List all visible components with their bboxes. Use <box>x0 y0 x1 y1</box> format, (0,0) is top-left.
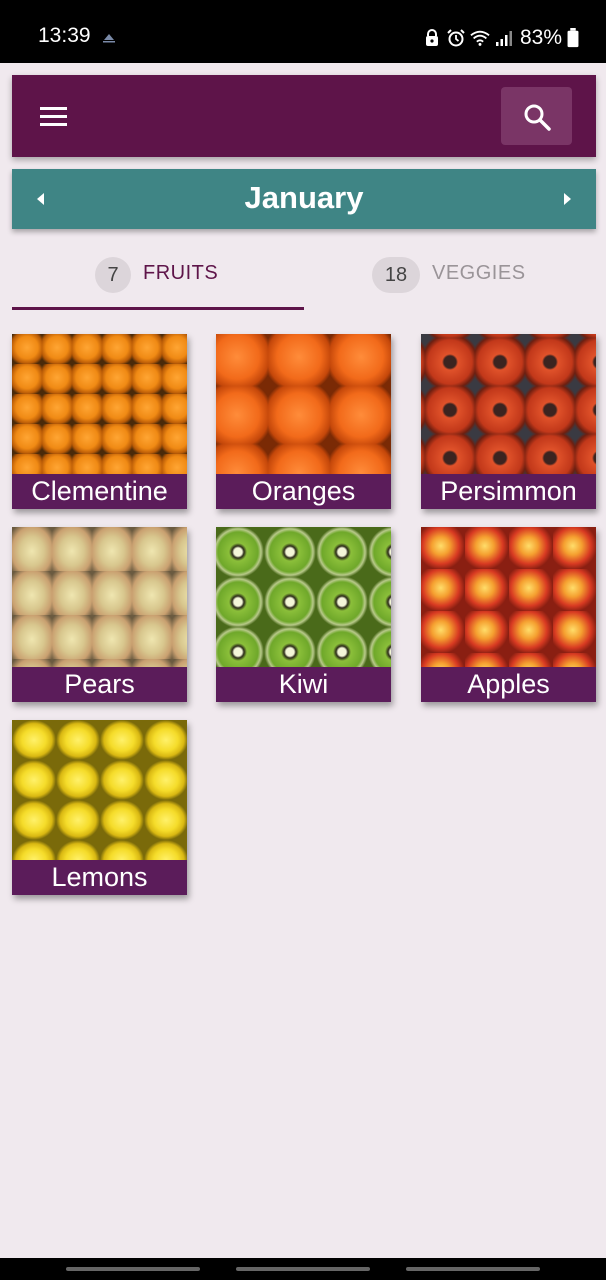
produce-card-oranges[interactable]: Oranges <box>216 334 391 509</box>
tab-fruits[interactable]: 7 FRUITS <box>12 240 304 310</box>
category-tabs: 7 FRUITS 18 VEGGIES <box>12 240 596 310</box>
veggies-count-badge: 18 <box>372 257 420 293</box>
produce-card-label: Persimmon <box>421 474 596 509</box>
produce-card-lemons[interactable]: Lemons <box>12 720 187 895</box>
status-icons: 83% <box>422 24 580 52</box>
chevron-right-icon <box>564 193 571 205</box>
battery-icon <box>567 28 579 48</box>
tab-veggies[interactable]: 18 VEGGIES <box>304 240 596 310</box>
hamburger-menu-icon <box>40 107 67 110</box>
menu-button[interactable] <box>36 102 70 130</box>
month-title: January <box>244 180 364 215</box>
produce-card-label: Pears <box>12 667 187 702</box>
status-bar: 13:39 83% <box>0 0 606 63</box>
status-time: 13:39 <box>38 24 91 47</box>
produce-card-clementine[interactable]: Clementine <box>12 334 187 509</box>
search-icon <box>524 104 551 131</box>
produce-card-label: Lemons <box>12 860 187 895</box>
produce-card-apples[interactable]: Apples <box>421 527 596 702</box>
month-selector: January <box>12 169 596 229</box>
nav-recents-handle[interactable] <box>66 1267 200 1271</box>
wifi-icon <box>470 30 490 46</box>
system-navigation-bar <box>0 1258 606 1280</box>
alarm-icon <box>447 29 465 47</box>
kiwi-image <box>216 527 391 667</box>
produce-card-persimmon[interactable]: Persimmon <box>421 334 596 509</box>
persimmon-image <box>421 334 596 474</box>
clementine-image <box>12 334 187 474</box>
produce-card-label: Clementine <box>12 474 187 509</box>
selected-tab-indicator <box>12 307 304 310</box>
app-bar <box>12 75 596 157</box>
oranges-image <box>216 334 391 474</box>
battery-percent: 83% <box>519 26 562 49</box>
produce-card-label: Apples <box>421 667 596 702</box>
produce-card-kiwi[interactable]: Kiwi <box>216 527 391 702</box>
produce-card-label: Kiwi <box>216 667 391 702</box>
produce-card-label: Oranges <box>216 474 391 509</box>
next-month-button[interactable] <box>552 183 582 215</box>
produce-card-pears[interactable]: Pears <box>12 527 187 702</box>
hamburger-line <box>40 123 67 126</box>
lemons-image <box>12 720 187 860</box>
pears-image <box>12 527 187 667</box>
signal-icon <box>495 31 512 46</box>
hamburger-line <box>40 115 67 118</box>
nav-back-handle[interactable] <box>406 1267 540 1271</box>
nav-home-handle[interactable] <box>236 1267 370 1271</box>
lock-icon <box>425 29 438 46</box>
fruits-count-badge: 7 <box>95 257 131 293</box>
search-button[interactable] <box>501 87 572 145</box>
tab-veggies-label: VEGGIES <box>432 262 526 284</box>
notification-icon <box>103 34 115 43</box>
tab-fruits-label: FRUITS <box>143 262 219 284</box>
apples-image <box>421 527 596 667</box>
